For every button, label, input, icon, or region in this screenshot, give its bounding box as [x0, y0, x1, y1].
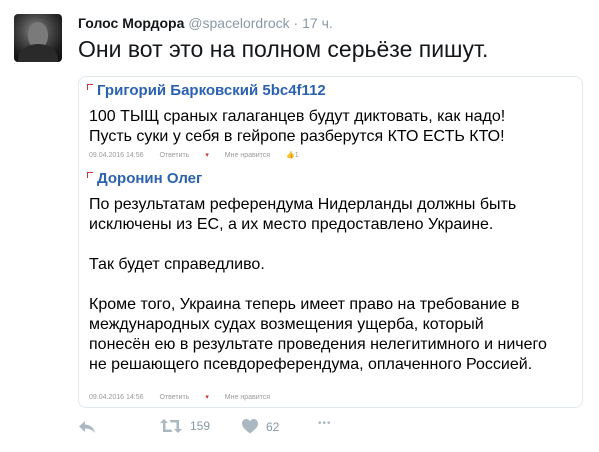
- attached-image[interactable]: Григорий Барковский 5bc4f112 100 ТЫЩ сра…: [78, 76, 583, 408]
- tweet-header: Голос Мордора @spacelordrock · 17 ч.: [78, 14, 333, 32]
- like-count: 62: [266, 419, 280, 434]
- dropdown-arrow-icon: ▾: [205, 394, 209, 401]
- reply-button[interactable]: [78, 420, 96, 434]
- author-handle[interactable]: @spacelordrock: [188, 15, 289, 31]
- comment-line: Кроме того, Украина теперь имеет право н…: [89, 296, 520, 313]
- retweet-count: 159: [190, 419, 211, 433]
- retweet-button[interactable]: 159: [160, 418, 210, 434]
- avatar[interactable]: [14, 14, 62, 62]
- comment-line: 100 ТЫЩ сраных галаганцев будут диктоват…: [89, 108, 506, 125]
- comment-line: Пусть суки у себя в гейропе разберутся К…: [89, 128, 505, 145]
- reply-icon: [79, 421, 95, 433]
- comment-reply: Ответить: [159, 152, 190, 159]
- comment-line: исключены из ЕС, а их место предоставлен…: [89, 216, 494, 233]
- comment-like: Мне нравится: [224, 152, 271, 159]
- comment-line: не решающего псевдореферендума, оплаченн…: [89, 356, 533, 373]
- separator-dot: ·: [293, 15, 299, 31]
- comment-text: По результатам референдума Нидерланды до…: [87, 195, 574, 375]
- comment-date: 09.04.2016 14:56: [89, 394, 144, 401]
- comment-like-count: 👍1: [285, 152, 299, 159]
- comment-meta: 09.04.2016 14:56 Ответить ▾ Мне нравится: [89, 393, 284, 403]
- avatar-body: [18, 44, 58, 62]
- tweet-time[interactable]: 17 ч.: [302, 15, 333, 31]
- comment: Григорий Барковский 5bc4f112 100 ТЫЩ сра…: [87, 81, 574, 163]
- comment-author: Доронин Олег: [87, 169, 574, 189]
- comment-meta: 09.04.2016 14:56 Ответить ▾ Мне нравится…: [89, 151, 327, 161]
- comment-reply: Ответить: [159, 394, 190, 401]
- comment-text: 100 ТЫЩ сраных галаганцев будут диктоват…: [87, 107, 574, 147]
- comment: Доронин Олег По результатам референдума …: [87, 169, 574, 405]
- like-count-value: 1: [294, 152, 299, 159]
- comment-date: 09.04.2016 14:56: [89, 152, 144, 159]
- like-button[interactable]: 62: [242, 419, 279, 434]
- retweet-icon: [160, 419, 182, 433]
- comment-line: По результатам референдума Нидерланды до…: [89, 196, 517, 213]
- comment-like: Мне нравится: [224, 394, 271, 401]
- author-name[interactable]: Голос Мордора: [78, 15, 184, 31]
- more-button[interactable]: •••: [318, 418, 332, 429]
- comment-author: Григорий Барковский 5bc4f112: [87, 81, 574, 101]
- more-icon: •••: [318, 418, 332, 429]
- dropdown-arrow-icon: ▾: [205, 152, 209, 159]
- comment-line: международных судах возмещения ущерба, к…: [89, 316, 484, 333]
- heart-icon: [242, 419, 258, 434]
- comment-line: Так будет справедливо.: [89, 256, 265, 273]
- tweet-text: Они вот это на полном серьёзе пишут.: [78, 36, 489, 62]
- comment-line: понесён ею в результате проведения нелег…: [89, 336, 547, 353]
